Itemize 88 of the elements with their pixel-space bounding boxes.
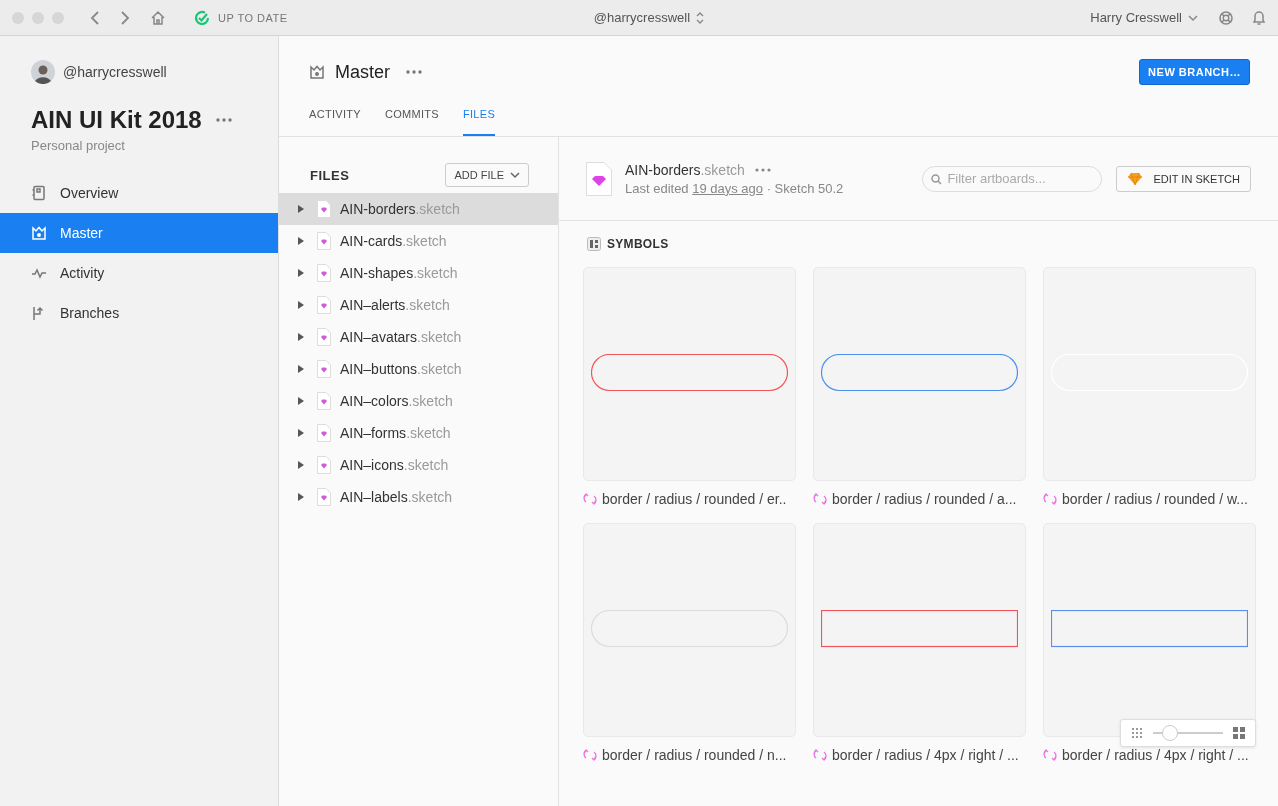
file-row[interactable]: AIN–forms.sketch bbox=[279, 417, 558, 449]
expand-arrow-icon[interactable] bbox=[297, 365, 305, 373]
sketch-file-icon bbox=[317, 360, 331, 378]
symbol-icon bbox=[583, 748, 597, 762]
symbol-name: border / radius / 4px / right / ... bbox=[832, 747, 1019, 763]
expand-arrow-icon[interactable] bbox=[297, 333, 305, 341]
file-row[interactable]: AIN–colors.sketch bbox=[279, 385, 558, 417]
crown-icon bbox=[31, 225, 47, 241]
chevron-down-icon[interactable] bbox=[1188, 13, 1198, 22]
files-heading: FILES bbox=[310, 167, 350, 183]
search-icon bbox=[931, 173, 943, 185]
sketch-file-icon bbox=[317, 456, 331, 474]
symbol-icon bbox=[1043, 748, 1057, 762]
expand-arrow-icon[interactable] bbox=[297, 301, 305, 309]
sketch-file-icon bbox=[317, 296, 331, 314]
sketch-file-icon bbox=[317, 232, 331, 250]
help-icon[interactable] bbox=[1218, 9, 1234, 26]
more-icon[interactable] bbox=[754, 167, 771, 172]
file-row[interactable]: AIN–labels.sketch bbox=[279, 481, 558, 513]
large-grid-icon[interactable] bbox=[1233, 727, 1245, 739]
diamond-icon bbox=[1127, 171, 1144, 186]
symbol-name: border / radius / rounded / w... bbox=[1062, 491, 1248, 507]
edit-in-sketch-button[interactable]: EDIT IN SKETCH bbox=[1116, 165, 1251, 192]
more-icon[interactable] bbox=[406, 70, 422, 74]
sketch-file-icon bbox=[317, 488, 331, 506]
crown-icon bbox=[309, 64, 325, 80]
file-row[interactable]: AIN–buttons.sketch bbox=[279, 353, 558, 385]
file-row[interactable]: AIN-shapes.sketch bbox=[279, 257, 558, 289]
account-switcher[interactable]: @harrycresswell bbox=[593, 10, 691, 25]
home-icon[interactable] bbox=[150, 9, 166, 26]
tab[interactable]: COMMITS bbox=[384, 108, 439, 136]
sketch-file-icon bbox=[586, 161, 612, 196]
slider-thumb[interactable] bbox=[1161, 725, 1178, 741]
avatar bbox=[31, 60, 55, 84]
nav-item[interactable]: Master bbox=[0, 213, 278, 253]
sketch-file-icon bbox=[317, 328, 331, 346]
file-row[interactable]: AIN–avatars.sketch bbox=[279, 321, 558, 353]
section-heading: SYMBOLS bbox=[607, 237, 669, 251]
expand-arrow-icon[interactable] bbox=[297, 493, 305, 501]
expand-arrow-icon[interactable] bbox=[297, 205, 305, 213]
expand-arrow-icon[interactable] bbox=[297, 461, 305, 469]
nav-item[interactable]: Activity bbox=[0, 253, 278, 293]
symbol-name: border / radius / rounded / er.. bbox=[602, 491, 787, 507]
symbol-icon bbox=[583, 492, 597, 506]
expand-arrow-icon[interactable] bbox=[297, 237, 305, 245]
symbol-name: border / radius / 4px / right / ... bbox=[1062, 747, 1249, 763]
tab[interactable]: ACTIVITY bbox=[309, 108, 361, 136]
sketch-file-icon bbox=[317, 264, 331, 282]
file-name: AIN-borders.sketch bbox=[625, 161, 745, 178]
sync-status: UP TO DATE bbox=[218, 11, 288, 24]
sketch-file-icon bbox=[317, 200, 331, 218]
nav-item[interactable]: Branches bbox=[0, 293, 278, 333]
symbol-name: border / radius / rounded / a... bbox=[832, 491, 1017, 507]
sketch-file-icon bbox=[317, 392, 331, 410]
forward-icon[interactable] bbox=[120, 9, 130, 26]
bell-icon[interactable] bbox=[1252, 9, 1266, 26]
symbol-icon bbox=[1043, 492, 1057, 506]
small-grid-icon[interactable] bbox=[1131, 727, 1143, 739]
symbol-icon bbox=[813, 492, 827, 506]
chevron-down-icon bbox=[510, 171, 520, 179]
nav-item[interactable]: Overview bbox=[0, 173, 278, 213]
symbols-icon bbox=[587, 237, 601, 251]
back-icon[interactable] bbox=[90, 9, 100, 26]
username: @harrycresswell bbox=[63, 64, 167, 80]
expand-arrow-icon[interactable] bbox=[297, 429, 305, 437]
sketch-file-icon bbox=[317, 424, 331, 442]
file-meta: Last edited 19 days ago · Sketch 50.2 bbox=[625, 180, 844, 196]
edited-link[interactable]: 19 days ago bbox=[692, 180, 764, 196]
notebook-icon bbox=[31, 185, 47, 201]
stepper-icon[interactable] bbox=[696, 10, 705, 25]
more-icon[interactable] bbox=[215, 118, 232, 122]
file-row[interactable]: AIN-cards.sketch bbox=[279, 225, 558, 257]
check-circle-icon bbox=[194, 9, 210, 26]
symbol-icon bbox=[813, 748, 827, 762]
user-menu[interactable]: Harry Cresswell bbox=[1090, 10, 1182, 25]
add-file-button[interactable]: ADD FILE bbox=[445, 163, 529, 187]
branch-title: Master bbox=[335, 61, 390, 83]
new-branch-button[interactable]: NEW BRANCH… bbox=[1139, 59, 1250, 85]
file-row[interactable]: AIN–alerts.sketch bbox=[279, 289, 558, 321]
file-row[interactable]: AIN–icons.sketch bbox=[279, 449, 558, 481]
project-title: AIN UI Kit 2018 bbox=[31, 106, 202, 134]
expand-arrow-icon[interactable] bbox=[297, 397, 305, 405]
file-row[interactable]: AIN-borders.sketch bbox=[279, 193, 558, 225]
expand-arrow-icon[interactable] bbox=[297, 269, 305, 277]
project-subtitle: Personal project bbox=[30, 138, 126, 153]
symbol-name: border / radius / rounded / n... bbox=[602, 747, 787, 763]
filter-field[interactable]: Filter artboards... bbox=[922, 165, 1103, 192]
tab[interactable]: FILES bbox=[462, 108, 496, 136]
